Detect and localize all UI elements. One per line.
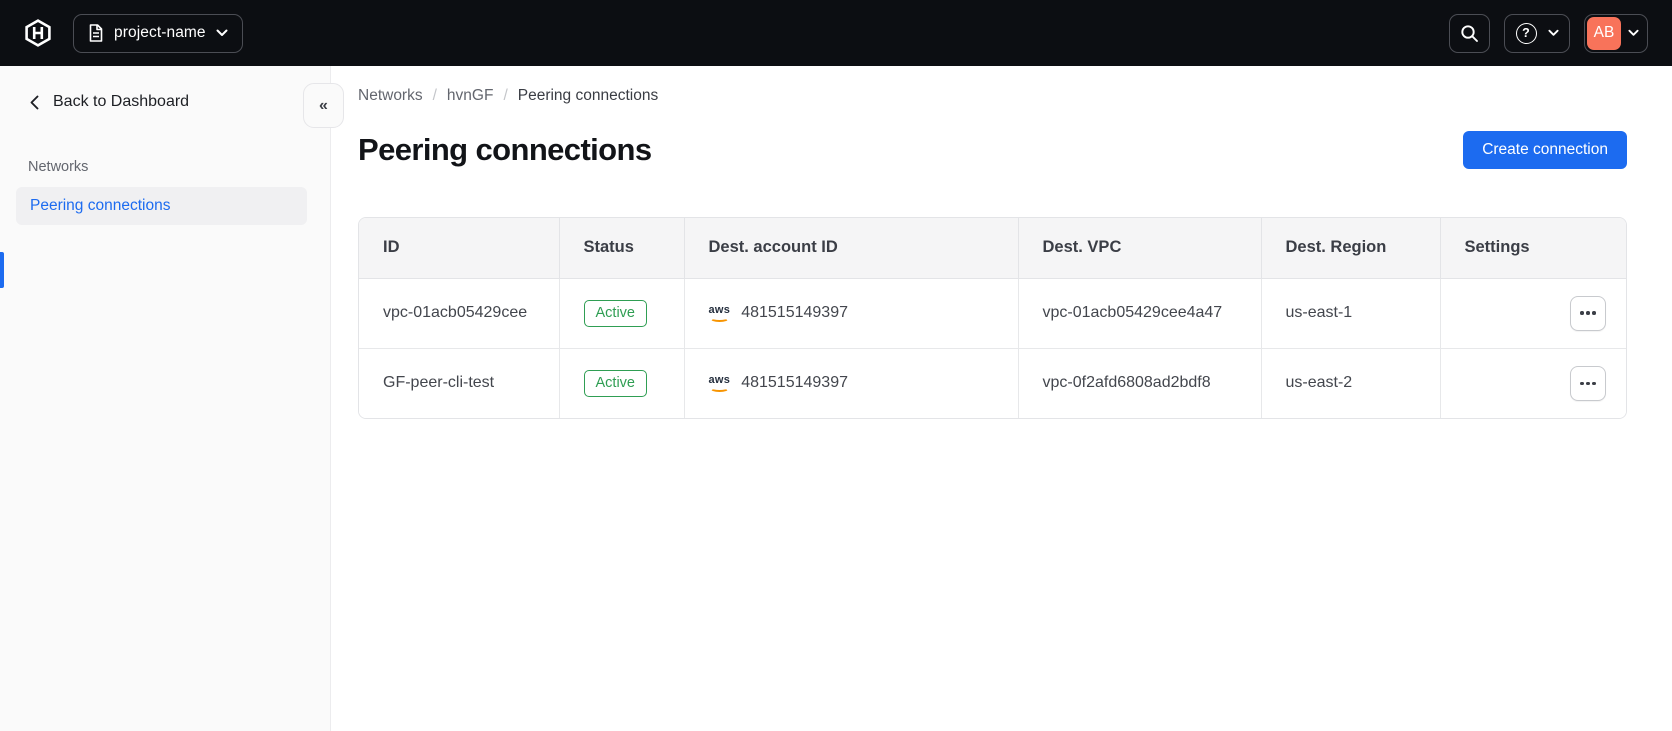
cell-dest-account-id: aws 481515149397 (684, 348, 1019, 418)
sidebar-item-label: Peering connections (30, 197, 171, 214)
help-menu-button[interactable]: ? (1504, 13, 1570, 53)
cell-dest-vpc: vpc-01acb05429cee4a47 (1018, 278, 1262, 349)
column-header-settings: Settings (1440, 218, 1626, 279)
main-content: « Networks / hvnGF / Peering connections… (303, 66, 1672, 731)
cell-id: vpc-01acb05429cee (359, 278, 560, 349)
cell-status: Active (559, 278, 685, 349)
chevron-down-icon (216, 29, 228, 36)
column-header-dest-account-id: Dest. account ID (684, 218, 1019, 279)
table-header-row: ID Status Dest. account ID Dest. VPC Des… (359, 218, 1626, 279)
cell-dest-region: us-east-2 (1261, 348, 1441, 418)
account-id-value: 481515149397 (741, 374, 848, 392)
chevron-down-icon (1628, 29, 1639, 36)
cell-settings (1440, 278, 1626, 349)
page-header: Peering connections Create connection (358, 131, 1627, 169)
cell-id: GF-peer-cli-test (359, 348, 560, 418)
breadcrumb-separator: / (432, 87, 437, 104)
sidebar-item-peering-connections[interactable]: Peering connections (16, 187, 307, 225)
breadcrumb-item-current: Peering connections (517, 87, 659, 104)
column-header-dest-region: Dest. Region (1261, 218, 1441, 279)
sidebar-section-networks: Networks (28, 159, 89, 175)
chevron-down-icon (1547, 29, 1559, 36)
ellipsis-icon (1580, 311, 1584, 315)
column-header-id: ID (359, 218, 560, 279)
avatar: AB (1587, 16, 1621, 50)
aws-icon: aws (709, 304, 731, 322)
account-menu-button[interactable]: AB (1584, 13, 1648, 53)
hashicorp-logo-icon[interactable] (24, 19, 52, 47)
chevron-left-icon (30, 95, 39, 109)
breadcrumb-item-hvn[interactable]: hvnGF (447, 86, 494, 106)
main-row: Back to Dashboard Networks Peering conne… (0, 66, 1672, 731)
row-actions-button[interactable] (1570, 365, 1606, 401)
search-icon (1461, 24, 1478, 42)
topbar: project-name ? AB (0, 0, 1672, 66)
page-title: Peering connections (358, 132, 652, 167)
cell-status: Active (559, 348, 685, 418)
peering-connections-table: ID Status Dest. account ID Dest. VPC Des… (358, 217, 1627, 419)
breadcrumb-item-networks[interactable]: Networks (358, 86, 423, 106)
content-inner: Networks / hvnGF / Peering connections P… (331, 66, 1627, 419)
cell-dest-region: us-east-1 (1261, 278, 1441, 349)
status-badge: Active (583, 299, 647, 327)
cell-dest-vpc: vpc-0f2afd6808ad2bdf8 (1018, 348, 1262, 418)
topbar-actions: ? AB (1449, 13, 1648, 53)
collapse-icon: « (319, 96, 328, 114)
table-row: vpc-01acb05429cee Active aws 48151514939… (359, 278, 1626, 349)
table-row: GF-peer-cli-test Active aws 481515149397… (359, 348, 1626, 418)
row-actions-button[interactable] (1570, 295, 1606, 331)
sidebar-collapse-button[interactable]: « (303, 83, 344, 128)
sidebar: Back to Dashboard Networks Peering conne… (0, 66, 331, 731)
create-connection-button[interactable]: Create connection (1463, 131, 1627, 169)
breadcrumb: Networks / hvnGF / Peering connections (358, 86, 1627, 106)
document-icon (88, 24, 104, 42)
breadcrumb-separator: / (503, 87, 508, 104)
search-button[interactable] (1449, 13, 1490, 53)
account-id-value: 481515149397 (741, 304, 848, 321)
ellipsis-icon (1580, 381, 1584, 385)
column-header-status: Status (559, 218, 685, 279)
column-header-dest-vpc: Dest. VPC (1018, 218, 1262, 279)
status-badge: Active (583, 369, 647, 397)
cell-settings (1440, 348, 1626, 418)
active-item-indicator (0, 252, 4, 288)
project-selector-label: project-name (114, 24, 206, 41)
help-icon: ? (1515, 22, 1537, 44)
project-selector[interactable]: project-name (73, 13, 243, 53)
back-to-dashboard-label: Back to Dashboard (53, 93, 190, 110)
aws-icon: aws (709, 374, 731, 392)
cell-dest-account-id: aws 481515149397 (684, 278, 1019, 349)
back-to-dashboard-link[interactable]: Back to Dashboard (0, 66, 330, 111)
